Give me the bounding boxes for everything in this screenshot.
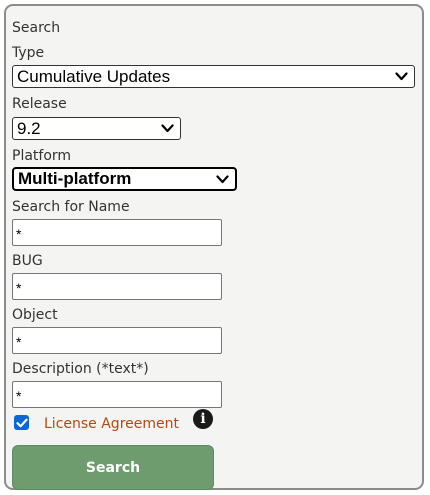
bug-input[interactable] <box>12 273 222 300</box>
type-select-value: Cumulative Updates <box>17 66 171 86</box>
form-heading: Search <box>12 20 61 36</box>
checkmark-icon <box>15 418 28 427</box>
type-label: Type <box>12 45 45 61</box>
chevron-down-icon <box>216 174 229 184</box>
search-button[interactable]: Search <box>12 445 214 490</box>
chevron-down-icon <box>161 124 174 133</box>
object-input[interactable] <box>12 327 222 354</box>
license-agreement-link[interactable]: License Agreement <box>44 416 179 432</box>
platform-select[interactable]: Multi-platform <box>12 167 237 191</box>
name-input[interactable] <box>12 219 222 246</box>
description-label: Description (*text*) <box>12 361 149 377</box>
type-select[interactable]: Cumulative Updates <box>12 65 415 88</box>
platform-select-value: Multi-platform <box>18 169 132 188</box>
description-input[interactable] <box>12 381 222 408</box>
license-checkbox[interactable] <box>14 415 29 430</box>
release-select-value: 9.2 <box>17 118 41 138</box>
platform-label: Platform <box>12 148 72 164</box>
bug-label: BUG <box>12 253 43 269</box>
chevron-down-icon <box>395 72 408 81</box>
info-icon[interactable]: i <box>193 409 213 429</box>
release-label: Release <box>12 96 67 112</box>
release-select[interactable]: 9.2 <box>12 117 181 140</box>
object-label: Object <box>12 307 58 323</box>
name-label: Search for Name <box>12 199 130 215</box>
